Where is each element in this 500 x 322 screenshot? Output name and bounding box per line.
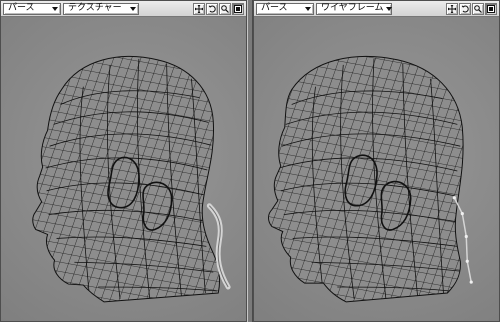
viewport-toolbar: パース ワイヤフレーム: [254, 1, 499, 17]
shading-mode-dropdown[interactable]: ワイヤフレーム: [316, 2, 393, 15]
viewport-canvas[interactable]: [1, 17, 246, 321]
shading-mode-label: テクスチャー: [68, 3, 122, 13]
view-mode-dropdown[interactable]: パース: [256, 2, 314, 15]
zoom-icon[interactable]: [219, 2, 231, 15]
move-icon[interactable]: [446, 2, 458, 15]
wireframe-head-model: [268, 55, 473, 303]
zoom-icon[interactable]: [472, 2, 484, 15]
viewport-canvas[interactable]: [254, 17, 499, 321]
chevron-down-icon: [52, 6, 58, 11]
app-window: パース テクスチャー パース ワイヤフレーム: [0, 0, 500, 322]
viewport-tools: [193, 2, 244, 15]
viewport-tools: [446, 2, 497, 15]
view-mode-label: パース: [261, 3, 288, 13]
rotate-icon[interactable]: [206, 2, 218, 15]
move-icon[interactable]: [193, 2, 205, 15]
view-mode-dropdown[interactable]: パース: [3, 2, 61, 15]
viewport-left[interactable]: パース テクスチャー: [0, 0, 247, 322]
chevron-down-icon: [305, 6, 311, 11]
maximize-icon[interactable]: [485, 2, 497, 15]
maximize-icon[interactable]: [232, 2, 244, 15]
shading-mode-dropdown[interactable]: テクスチャー: [63, 2, 139, 15]
chevron-down-icon: [386, 6, 393, 11]
shading-mode-label: ワイヤフレーム: [321, 3, 384, 13]
chevron-down-icon: [130, 6, 136, 11]
wireframe-head-model: [32, 55, 231, 303]
rotate-icon[interactable]: [459, 2, 471, 15]
viewport-right[interactable]: パース ワイヤフレーム: [253, 0, 500, 322]
viewport-toolbar: パース テクスチャー: [1, 1, 246, 17]
view-mode-label: パース: [8, 3, 35, 13]
